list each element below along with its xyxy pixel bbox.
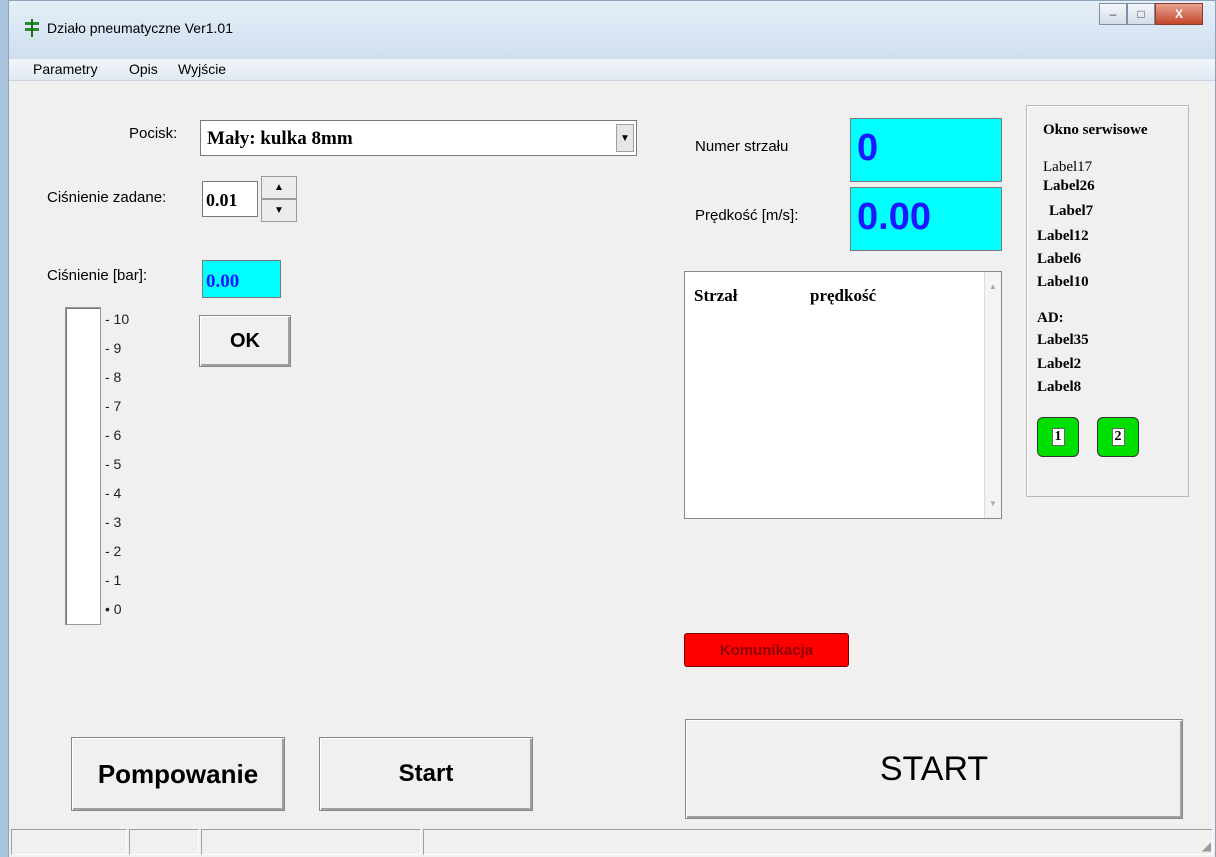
shot-number-value: 0 [850, 118, 1002, 182]
pressure-value: 0.00 [202, 260, 281, 298]
service-label: Label7 [1049, 203, 1094, 219]
service-label: Label10 [1037, 274, 1089, 290]
gauge-tick: - 9 [105, 340, 122, 356]
menu-opis[interactable]: Opis [129, 61, 158, 77]
pump-button[interactable]: Pompowanie [71, 737, 285, 811]
gauge-tick: - 4 [105, 485, 122, 501]
service-button-2-label: 2 [1111, 428, 1125, 446]
menu-bar: Parametry Opis Wyjście [9, 59, 1215, 81]
stepper-up-icon[interactable]: ▲ [261, 176, 297, 199]
projectile-label: Pocisk: [129, 125, 178, 142]
gauge-tick: - 1 [105, 572, 122, 588]
status-pane [201, 829, 421, 855]
shot-number-label: Numer strzału [695, 138, 789, 155]
service-panel: Okno serwisowe Label17 Label26 Label7 La… [1026, 105, 1189, 497]
gauge-tick: - 5 [105, 456, 122, 472]
ad-label: Label8 [1037, 379, 1082, 395]
scroll-down-icon[interactable]: ▼ [989, 499, 997, 508]
menu-wyjscie[interactable]: Wyjście [178, 61, 226, 77]
shots-list[interactable]: Strzał prędkość ▲ ▼ [684, 271, 1002, 519]
service-label: Label17 [1043, 159, 1093, 175]
start-button[interactable]: Start [319, 737, 533, 811]
ok-button[interactable]: OK [199, 315, 291, 367]
speed-value: 0.00 [850, 187, 1002, 251]
close-button[interactable]: X [1155, 3, 1203, 25]
speed-label: Prędkość [m/s]: [695, 207, 799, 224]
gauge-tick: - 3 [105, 514, 122, 530]
gauge-tick: • 0 [105, 601, 122, 617]
gauge-tick: - 7 [105, 398, 122, 414]
col-shot-header: Strzał [694, 286, 738, 305]
col-speed-header: prędkość [810, 286, 877, 305]
service-button-2[interactable]: 2 [1097, 417, 1139, 457]
service-title: Okno serwisowe [1043, 122, 1148, 138]
resize-grip-icon[interactable]: ◢ [1202, 839, 1211, 853]
ad-title: AD: [1037, 310, 1064, 326]
status-pane [423, 829, 1213, 855]
pressure-label: Ciśnienie [bar]: [47, 267, 148, 284]
komunikacja-indicator[interactable]: Komunikacja [684, 633, 849, 667]
window-title: Działo pneumatyczne Ver1.01 [47, 20, 233, 36]
title-bar: Działo pneumatyczne Ver1.01 – □ X [9, 1, 1215, 59]
ad-label: Label35 [1037, 332, 1089, 348]
service-button-1-label: 1 [1051, 428, 1065, 446]
gauge-tick: - 2 [105, 543, 122, 559]
pressure-gauge [65, 307, 101, 625]
service-label: Label12 [1037, 228, 1089, 244]
gauge-tick: - 6 [105, 427, 122, 443]
big-start-button[interactable]: START [685, 719, 1183, 819]
maximize-button[interactable]: □ [1127, 3, 1155, 25]
app-icon [25, 19, 39, 37]
app-window: Działo pneumatyczne Ver1.01 – □ X Parame… [8, 0, 1216, 857]
status-bar: ◢ [9, 827, 1215, 857]
gauge-tick: - 8 [105, 369, 122, 385]
gauge-tick: - 10 [105, 311, 130, 327]
set-pressure-value: 0.01 [206, 190, 238, 210]
stepper-down-icon[interactable]: ▼ [261, 199, 297, 222]
scroll-up-icon[interactable]: ▲ [989, 282, 997, 291]
status-pane [129, 829, 199, 855]
service-button-1[interactable]: 1 [1037, 417, 1079, 457]
menu-parametry[interactable]: Parametry [33, 61, 98, 77]
minimize-button[interactable]: – [1099, 3, 1127, 25]
set-pressure-stepper: ▲ ▼ [261, 176, 297, 222]
service-label: Label6 [1037, 251, 1082, 267]
projectile-select[interactable]: Mały: kulka 8mm ▼ [200, 120, 637, 156]
ad-label: Label2 [1037, 356, 1082, 372]
service-label: Label26 [1043, 178, 1095, 194]
set-pressure-label: Ciśnienie zadane: [47, 189, 167, 206]
list-scrollbar[interactable]: ▲ ▼ [984, 272, 1001, 518]
set-pressure-input[interactable]: 0.01 [202, 181, 258, 217]
status-pane [11, 829, 127, 855]
chevron-down-icon[interactable]: ▼ [616, 124, 634, 152]
projectile-value: Mały: kulka 8mm [207, 128, 353, 149]
